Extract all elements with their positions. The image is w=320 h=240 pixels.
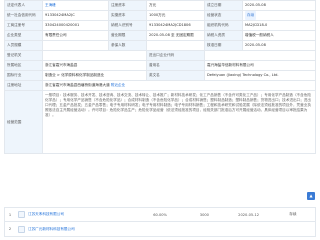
taxpayer-label: 纳税人资质: [204, 30, 243, 41]
insured-value: [146, 40, 205, 51]
paid-capital-label: 实缴资本: [108, 10, 147, 21]
info-row: 经营范围 一般项目：技术服务、技术开发、技术咨询、技术交流、技术转让、技术推广；…: [4, 90, 316, 154]
region-label: 所属地区: [4, 60, 43, 71]
tax-id-value: 91330424MA2JCD1806: [146, 20, 205, 31]
company-name-link[interactable]: 江苏广元新材料科技有限公司: [28, 227, 138, 232]
info-row: 工商注册号 330424000420001 纳税人识别号 91330424MA2…: [4, 20, 316, 31]
invest-amount: 3000: [199, 212, 209, 217]
legal-rep-link[interactable]: 王海峰: [45, 3, 56, 7]
business-info-table: 法定代表人 王海峰 注册资本 万元 成立日期 2020-05-08 统一社会信用…: [4, 0, 316, 154]
info-row: 注册地址 浙江省嘉兴市海盐县西塘桥街道海港大道 附近企业: [4, 80, 316, 91]
org-code-value: MA2JCD18-0: [242, 20, 316, 31]
scope-label: 经营范围: [4, 90, 43, 154]
invest-date: 2020-05-12: [238, 212, 260, 217]
approval-date-label: 核准日期: [204, 40, 243, 51]
former-name-value: 嘉兴海盐华信新材料有限公司: [204, 60, 316, 71]
import-export-value: [204, 50, 316, 61]
reg-number-value: 330424000420001: [42, 20, 109, 31]
reg-number-label: 工商注册号: [4, 20, 43, 31]
est-date-value: 2020-05-08: [242, 0, 316, 11]
credit-code-value: 91330424MA2JC: [42, 10, 109, 21]
reg-capital-label: 注册资本: [108, 0, 147, 11]
info-row: 法定代表人 王海峰 注册资本 万元 成立日期 2020-05-08: [4, 0, 316, 11]
address-value: 浙江省嘉兴市海盐县西塘桥街道海港大道 附近企业: [42, 80, 316, 91]
org-code-label: 组织机构代码: [204, 20, 243, 31]
company-type-value: 有限责任公司: [42, 30, 109, 41]
section-gap: [0, 185, 320, 207]
legal-rep-value: 王海峰: [42, 0, 109, 11]
address-label: 注册地址: [4, 80, 43, 91]
share-ratio: 60.00%: [153, 212, 167, 217]
taxpayer-value: 增值税一般纳税人: [242, 30, 316, 41]
legal-rep-label: 法定代表人: [4, 0, 43, 11]
authority-value: [42, 50, 147, 61]
company-name-link[interactable]: 江苏天禾科技有限公司: [28, 212, 138, 217]
info-row: 统一社会信用代码 91330424MA2JC 实缴资本 1000万元 经营状态 …: [4, 10, 316, 21]
scroll-top-button[interactable]: ▲: [307, 192, 315, 200]
info-row: 企业类型 有限责任公司 营业期限 2020-05-08 至 无固定期限 纳税人资…: [4, 30, 316, 41]
info-row: 人员规模 参保人数 核准日期 2020-05-08: [4, 40, 316, 51]
approval-date-value: 2020-05-08: [242, 40, 316, 51]
est-date-label: 成立日期: [204, 0, 243, 11]
status-label: 经营状态: [204, 10, 243, 21]
info-row: 登记机关 进出口企业代码: [4, 50, 316, 61]
row-number: 2: [8, 227, 12, 231]
credit-code-label: 统一社会信用代码: [4, 10, 43, 21]
industry-label: 国标行业: [4, 70, 43, 81]
term-value: 2020-05-08 至 无固定期限: [146, 30, 205, 41]
term-label: 营业期限: [108, 30, 147, 41]
staff-size-value: [42, 40, 109, 51]
arrow-up-icon: ▲: [309, 193, 313, 198]
invest-status: 存续: [289, 212, 297, 216]
region-value: 浙江省嘉兴市海盐县: [42, 60, 147, 71]
row-number: 1: [8, 212, 12, 217]
english-name-value: Defeiyuan (Jiaxing) Technology Co., Ltd.: [204, 70, 316, 81]
status-badge: 存续: [245, 11, 257, 20]
import-export-label: 进出口企业代码: [146, 50, 205, 61]
company-type-label: 企业类型: [4, 30, 43, 41]
authority-label: 登记机关: [4, 50, 43, 61]
scope-value: 一般项目：技术服务、技术开发、技术咨询、技术交流、技术转让、技术推广；新材料技术…: [42, 90, 316, 154]
company-logo: [18, 225, 25, 233]
company-logo: [18, 211, 25, 218]
tax-id-label: 纳税人识别号: [108, 20, 147, 31]
english-name-label: 英文名: [146, 70, 205, 81]
nearby-companies-link[interactable]: 附近企业: [111, 83, 125, 87]
address-text: 浙江省嘉兴市海盐县西塘桥街道海港大道: [45, 83, 110, 87]
paid-capital-value: 1000万元: [146, 10, 205, 21]
reg-capital-value: 万元: [146, 0, 205, 11]
table-row[interactable]: 2 江苏广元新材料科技有限公司: [4, 222, 316, 237]
industry-value: 制造业 > 化学原料和化学制品制造业: [42, 70, 147, 81]
status-value: 存续: [242, 10, 316, 21]
table-row[interactable]: 1 江苏天禾科技有限公司 60.00% 3000 2020-05-12 存续: [4, 207, 316, 222]
info-row: 所属地区 浙江省嘉兴市海盐县 曾用名 嘉兴海盐华信新材料有限公司: [4, 60, 316, 71]
insured-label: 参保人数: [108, 40, 147, 51]
former-name-label: 曾用名: [146, 60, 205, 71]
info-row: 国标行业 制造业 > 化学原料和化学制品制造业 英文名 Defeiyuan (J…: [4, 70, 316, 81]
staff-size-label: 人员规模: [4, 40, 43, 51]
